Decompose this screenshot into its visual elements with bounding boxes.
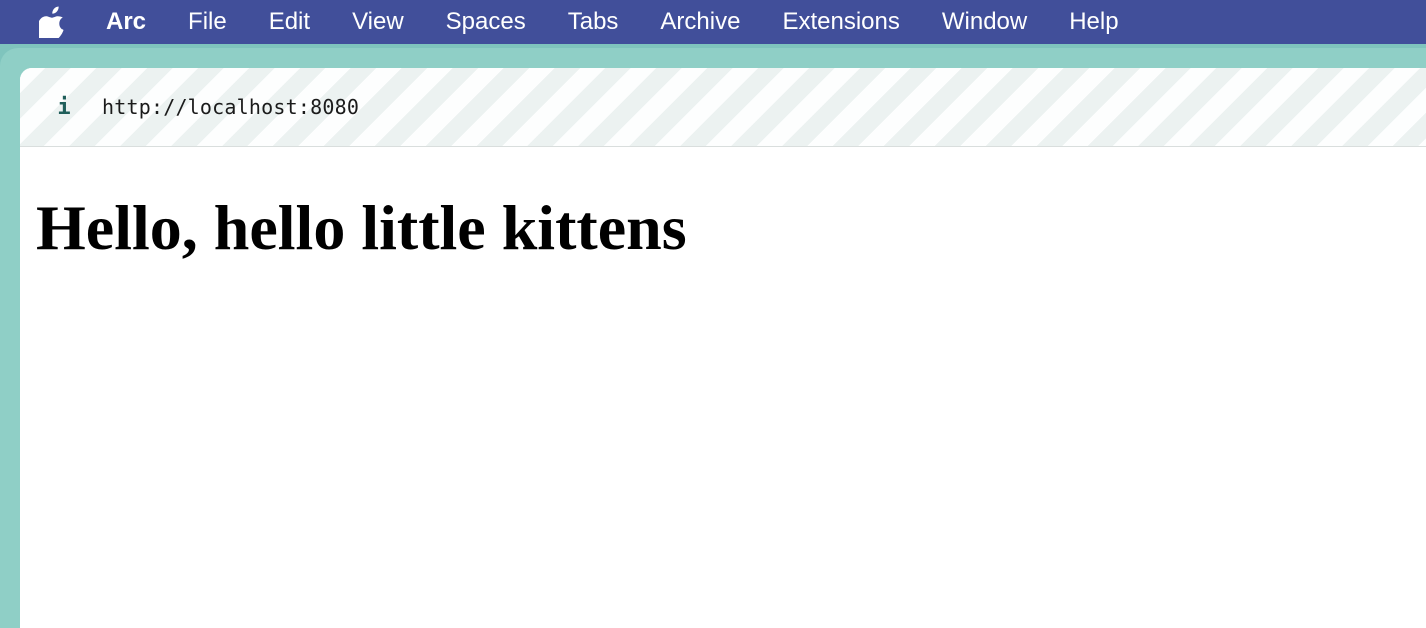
apple-menu-icon[interactable] <box>38 6 68 38</box>
site-info-icon[interactable]: i <box>52 95 76 120</box>
page-content: Hello, hello little kittens <box>20 193 1426 263</box>
menu-window[interactable]: Window <box>921 0 1048 44</box>
browser-window: i http://localhost:8080 Hello, hello lit… <box>20 68 1426 628</box>
menu-app-name[interactable]: Arc <box>106 0 167 44</box>
menu-bar: Arc File Edit View Spaces Tabs Archive E… <box>0 0 1426 44</box>
url-bar[interactable]: i http://localhost:8080 <box>20 68 1426 147</box>
menu-archive[interactable]: Archive <box>639 0 761 44</box>
menu-spaces[interactable]: Spaces <box>425 0 547 44</box>
menu-edit[interactable]: Edit <box>248 0 331 44</box>
menu-extensions[interactable]: Extensions <box>761 0 920 44</box>
page-heading: Hello, hello little kittens <box>36 192 687 263</box>
apple-logo-icon <box>39 6 64 38</box>
menu-tabs[interactable]: Tabs <box>547 0 640 44</box>
menu-file[interactable]: File <box>167 0 248 44</box>
url-text[interactable]: http://localhost:8080 <box>102 95 359 119</box>
menu-view[interactable]: View <box>331 0 425 44</box>
menu-help[interactable]: Help <box>1048 0 1139 44</box>
